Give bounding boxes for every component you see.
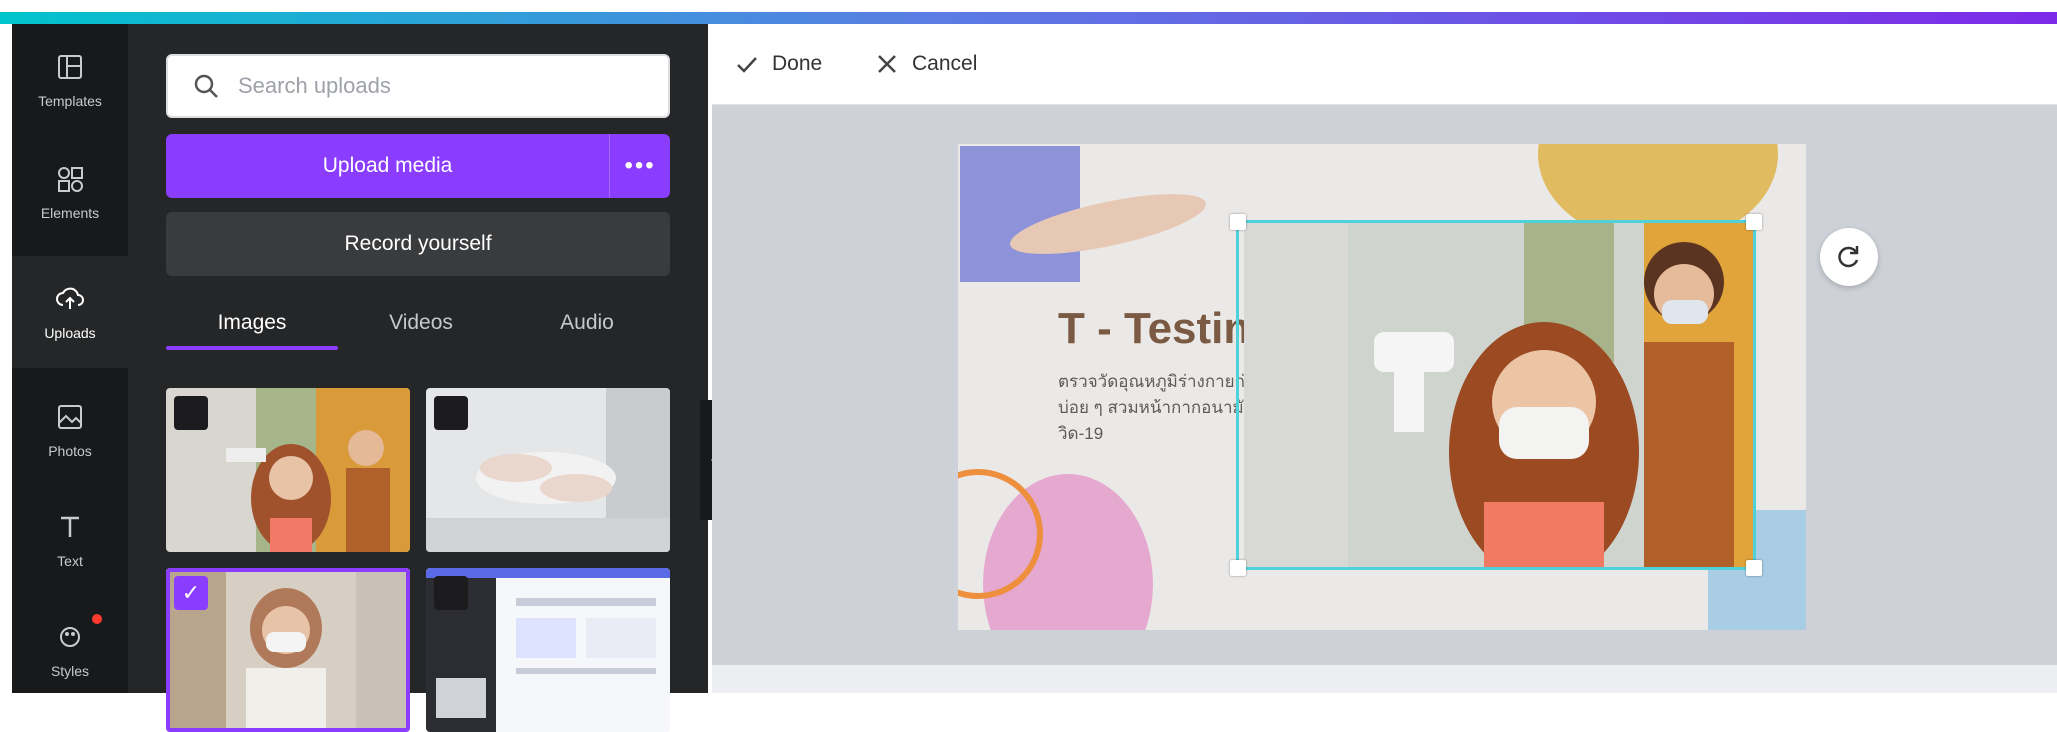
select-checkbox[interactable] <box>434 576 468 610</box>
check-icon <box>737 57 757 73</box>
crop-handle-top-left[interactable] <box>1230 214 1246 230</box>
crop-frame[interactable] <box>1230 214 1762 576</box>
uploads-panel: Upload media ••• Record yourself Images … <box>128 24 708 732</box>
record-yourself-button[interactable]: Record yourself <box>166 212 670 276</box>
upload-thumbnail-selected[interactable]: ✓ <box>166 568 410 732</box>
close-icon <box>878 55 896 73</box>
crop-handle-top-right[interactable] <box>1746 214 1762 230</box>
rail-item-label: Uploads <box>44 325 96 341</box>
rail-item-label: Text <box>57 553 83 569</box>
done-button[interactable]: Done <box>734 24 822 104</box>
upload-thumbnail[interactable] <box>166 388 410 552</box>
rotate-button[interactable] <box>1820 228 1878 286</box>
rotate-icon <box>1838 246 1859 268</box>
uploads-icon <box>56 287 84 309</box>
search-icon <box>194 74 218 98</box>
notification-dot <box>92 614 102 624</box>
brand-gradient-bar <box>0 12 2057 24</box>
media-tabs: Images Videos Audio <box>166 296 670 350</box>
tab-audio[interactable]: Audio <box>504 296 670 350</box>
search-box[interactable] <box>166 54 670 118</box>
rail-item-label: Photos <box>48 443 92 459</box>
text-icon <box>61 516 79 537</box>
upload-media-label: Upload media <box>322 154 453 177</box>
crop-toolbar: Done Cancel <box>712 24 2057 105</box>
rail-item-label: Elements <box>40 205 100 221</box>
rail-item-elements[interactable]: Elements <box>12 136 128 248</box>
side-nav-rail: Templates Elements Uploads Photos Text S… <box>12 24 128 693</box>
search-input[interactable] <box>236 72 620 100</box>
elements-icon <box>58 167 83 192</box>
cancel-label: Cancel <box>912 52 978 75</box>
rail-item-text[interactable]: Text <box>12 484 128 596</box>
upload-thumbnail[interactable] <box>426 388 670 552</box>
upload-thumbnail[interactable] <box>426 568 670 732</box>
upload-media-button[interactable]: Upload media ••• <box>166 134 670 198</box>
rail-item-styles[interactable]: Styles <box>12 594 128 706</box>
photos-icon <box>58 405 82 429</box>
tab-images[interactable]: Images <box>166 296 338 350</box>
select-checkbox[interactable] <box>434 396 468 430</box>
top-bar <box>0 0 2057 24</box>
rail-item-photos[interactable]: Photos <box>12 374 128 486</box>
rail-item-label: Templates <box>38 93 102 109</box>
rail-item-templates[interactable]: Templates <box>12 24 128 136</box>
crop-handle-bottom-left[interactable] <box>1230 560 1246 576</box>
checked-icon[interactable]: ✓ <box>174 576 208 610</box>
select-checkbox[interactable] <box>174 396 208 430</box>
rail-item-label: Styles <box>50 663 90 679</box>
rail-item-uploads[interactable]: Uploads <box>12 256 128 368</box>
tab-videos[interactable]: Videos <box>338 296 504 350</box>
cancel-button[interactable]: Cancel <box>874 24 977 104</box>
templates-icon <box>58 55 82 79</box>
canvas-bottom-strip <box>712 665 2057 693</box>
upload-more-button[interactable]: ••• <box>609 134 670 198</box>
styles-icon <box>60 627 80 647</box>
done-label: Done <box>772 52 823 75</box>
crop-handle-bottom-right[interactable] <box>1746 560 1762 576</box>
